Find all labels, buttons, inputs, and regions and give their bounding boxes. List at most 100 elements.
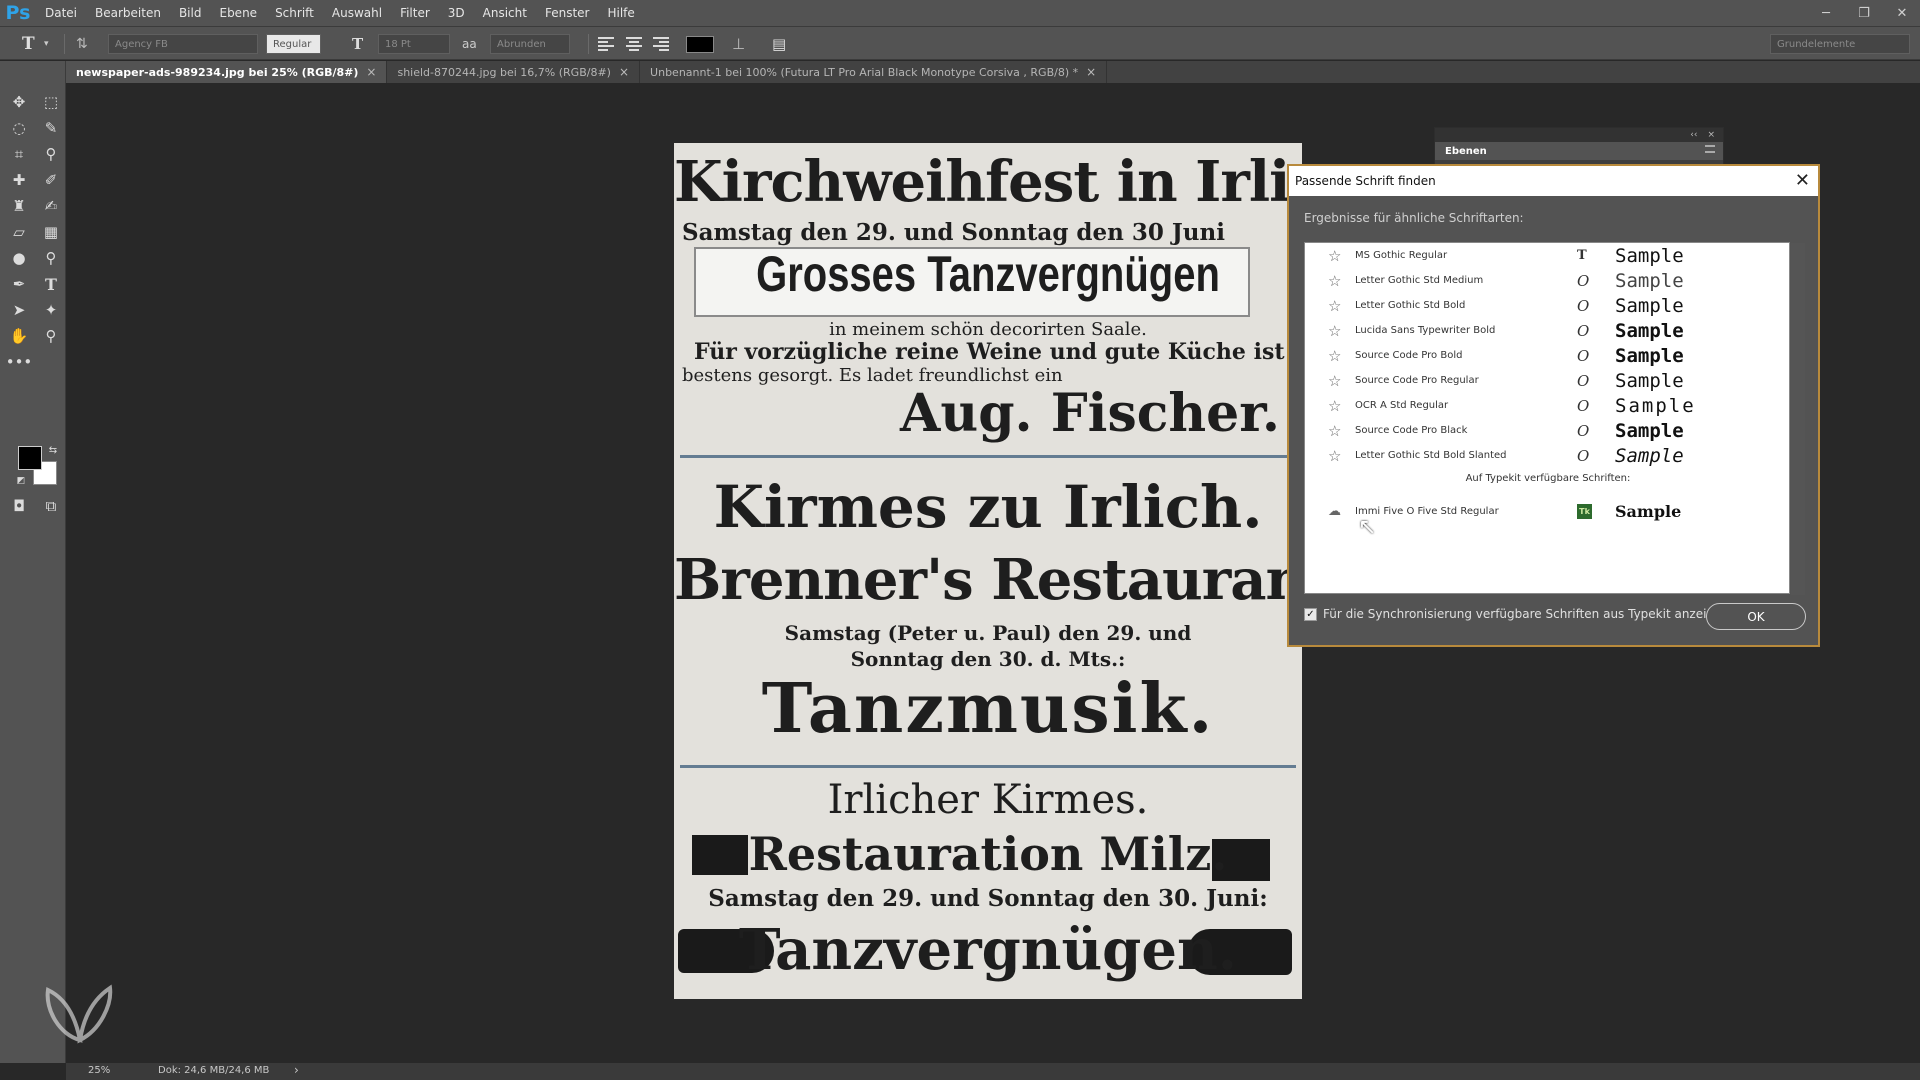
tab-unbenannt[interactable]: Unbenannt-1 bei 100% (Futura LT Pro Aria… bbox=[640, 61, 1108, 83]
hand-tool-icon[interactable]: ✋ bbox=[8, 325, 30, 347]
document-canvas[interactable]: Kirchweihfest in Irlich. Samstag den 29.… bbox=[674, 143, 1302, 999]
close-window-icon[interactable]: ✕ bbox=[1892, 6, 1912, 21]
eyedropper-tool-icon[interactable]: ⚲ bbox=[40, 143, 62, 165]
menu-bearbeiten[interactable]: Bearbeiten bbox=[86, 0, 170, 26]
crop-tool-icon[interactable]: ⌗ bbox=[8, 143, 30, 165]
font-result-row[interactable]: ☆ Source Code Pro Bold O Sample bbox=[1305, 343, 1791, 368]
font-result-row[interactable]: ☆ OCR A Std Regular O Sample bbox=[1305, 393, 1791, 418]
font-result-row[interactable]: ☆ Letter Gothic Std Bold O Sample bbox=[1305, 293, 1791, 318]
font-result-row[interactable]: ☆ MS Gothic Regular T Sample bbox=[1305, 243, 1791, 268]
blur-tool-icon[interactable]: ● bbox=[8, 247, 30, 269]
marquee-tool-icon[interactable]: ⬚ bbox=[40, 91, 62, 113]
quick-mask-icon[interactable]: ◘ bbox=[8, 495, 30, 517]
menu-3d[interactable]: 3D bbox=[439, 0, 474, 26]
antialias-select[interactable]: Abrunden bbox=[490, 34, 570, 54]
text-color-swatch[interactable] bbox=[686, 36, 714, 53]
screen-mode-icon[interactable]: ⧉ bbox=[40, 495, 62, 517]
close-dialog-icon[interactable]: ✕ bbox=[1795, 170, 1810, 191]
zoom-level[interactable]: 25% bbox=[88, 1065, 110, 1076]
orientation-toggle-icon[interactable]: ⇅ bbox=[76, 27, 88, 61]
collapse-panel-icon[interactable]: ‹‹ bbox=[1690, 130, 1697, 140]
eraser-tool-icon[interactable]: ▱ bbox=[8, 221, 30, 243]
ok-button[interactable]: OK bbox=[1706, 603, 1806, 630]
typekit-sync-checkbox[interactable]: ✓ bbox=[1304, 608, 1317, 621]
status-menu-arrow-icon[interactable]: › bbox=[294, 1063, 299, 1077]
dodge-tool-icon[interactable]: ⚲ bbox=[40, 247, 62, 269]
opentype-icon: O bbox=[1577, 446, 1590, 465]
tab-shield[interactable]: shield-870244.jpg bei 16,7% (RGB/8#) × bbox=[387, 61, 641, 83]
close-panel-icon[interactable]: × bbox=[1707, 130, 1715, 140]
chevron-down-icon[interactable]: ▾ bbox=[44, 27, 49, 61]
path-select-icon[interactable]: ➤ bbox=[8, 299, 30, 321]
healing-brush-icon[interactable]: ✚ bbox=[8, 169, 30, 191]
cloud-sync-icon[interactable]: ☁ bbox=[1328, 504, 1341, 519]
separator bbox=[64, 34, 65, 54]
text-tool-preset-icon[interactable]: T bbox=[22, 27, 35, 61]
menu-schrift[interactable]: Schrift bbox=[266, 0, 323, 26]
more-tools-icon[interactable]: ••• bbox=[6, 351, 33, 373]
star-icon[interactable]: ☆ bbox=[1328, 447, 1341, 465]
foreground-color-swatch[interactable] bbox=[18, 446, 42, 470]
menu-ebene[interactable]: Ebene bbox=[210, 0, 266, 26]
star-icon[interactable]: ☆ bbox=[1328, 422, 1341, 440]
ad-text-line: in meinem schön decorirten Saale. bbox=[829, 319, 1147, 340]
menu-fenster[interactable]: Fenster bbox=[536, 0, 599, 26]
close-tab-icon[interactable]: × bbox=[366, 65, 376, 79]
close-tab-icon[interactable]: × bbox=[619, 65, 629, 79]
menu-auswahl[interactable]: Auswahl bbox=[323, 0, 391, 26]
close-tab-icon[interactable]: × bbox=[1086, 65, 1096, 79]
font-size-select[interactable]: 18 Pt bbox=[378, 34, 450, 54]
character-panel-icon[interactable]: ▤ bbox=[772, 27, 786, 61]
menu-filter[interactable]: Filter bbox=[391, 0, 439, 26]
warp-text-icon[interactable]: ⊥ bbox=[732, 27, 745, 61]
font-result-row[interactable]: ☆ Lucida Sans Typewriter Bold O Sample bbox=[1305, 318, 1791, 343]
tab-layers[interactable]: Ebenen bbox=[1435, 142, 1723, 160]
history-brush-icon[interactable]: ✍ bbox=[40, 195, 62, 217]
default-colors-icon[interactable]: ◩ bbox=[10, 470, 32, 492]
panel-menu-icon[interactable] bbox=[1705, 145, 1715, 153]
align-right-icon[interactable] bbox=[651, 35, 669, 53]
move-tool-icon[interactable]: ✥ bbox=[8, 91, 30, 113]
shape-tool-icon[interactable]: ✦ bbox=[40, 299, 62, 321]
font-family-select[interactable]: Agency FB bbox=[108, 34, 258, 54]
tab-newspaper-ads[interactable]: newspaper-ads-989234.jpg bei 25% (RGB/8#… bbox=[66, 61, 388, 83]
lasso-tool-icon[interactable]: ◌ bbox=[8, 117, 30, 139]
star-icon[interactable]: ☆ bbox=[1328, 272, 1341, 290]
star-icon[interactable]: ☆ bbox=[1328, 347, 1341, 365]
font-name: Immi Five O Five Std Regular bbox=[1355, 506, 1499, 517]
panel-title-bar: ‹‹ × bbox=[1435, 128, 1723, 142]
brush-tool-icon[interactable]: ✐ bbox=[40, 169, 62, 191]
swap-colors-icon[interactable]: ⇆ bbox=[42, 439, 64, 461]
star-icon[interactable]: ☆ bbox=[1328, 322, 1341, 340]
font-name: MS Gothic Regular bbox=[1355, 250, 1448, 261]
font-style-select[interactable]: Regular bbox=[266, 34, 321, 54]
menu-bild[interactable]: Bild bbox=[170, 0, 211, 26]
star-icon[interactable]: ☆ bbox=[1328, 297, 1341, 315]
star-icon[interactable]: ☆ bbox=[1328, 247, 1341, 265]
star-icon[interactable]: ☆ bbox=[1328, 397, 1341, 415]
font-result-row[interactable]: ☆ Source Code Pro Regular O Sample bbox=[1305, 368, 1791, 393]
ad-signature-fischer: Aug. Fischer. bbox=[900, 383, 1280, 444]
font-result-row[interactable]: ☆ Letter Gothic Std Medium O Sample bbox=[1305, 268, 1791, 293]
align-center-icon[interactable] bbox=[625, 35, 643, 53]
pen-tool-icon[interactable]: ✒ bbox=[8, 273, 30, 295]
gradient-tool-icon[interactable]: ▦ bbox=[40, 221, 62, 243]
workspace-select[interactable]: Grundelemente bbox=[1770, 34, 1910, 54]
restore-icon[interactable]: ❐ bbox=[1854, 6, 1874, 21]
minimize-icon[interactable]: ─ bbox=[1816, 6, 1836, 21]
font-result-row[interactable]: ☆ Source Code Pro Black O Sample bbox=[1305, 418, 1791, 443]
quick-select-tool-icon[interactable]: ✎ bbox=[40, 117, 62, 139]
align-left-icon[interactable] bbox=[598, 35, 616, 53]
menu-datei[interactable]: Datei bbox=[36, 0, 86, 26]
clone-stamp-icon[interactable]: ♜ bbox=[8, 195, 30, 217]
butterfly-watermark-logo bbox=[45, 984, 113, 1044]
font-result-row[interactable]: ☆ Letter Gothic Std Bold Slanted O Sampl… bbox=[1305, 443, 1791, 468]
menu-ansicht[interactable]: Ansicht bbox=[474, 0, 536, 26]
font-results-list[interactable]: ☆ MS Gothic Regular T Sample ☆ Letter Go… bbox=[1304, 242, 1805, 595]
star-icon[interactable]: ☆ bbox=[1328, 372, 1341, 390]
zoom-tool-icon[interactable]: ⚲ bbox=[40, 325, 62, 347]
typekit-font-row[interactable]: ☁ Immi Five O Five Std Regular Tk Sample bbox=[1305, 499, 1791, 524]
results-scrollbar[interactable] bbox=[1791, 243, 1805, 595]
menu-hilfe[interactable]: Hilfe bbox=[598, 0, 643, 26]
type-tool-icon[interactable]: T bbox=[40, 273, 62, 295]
